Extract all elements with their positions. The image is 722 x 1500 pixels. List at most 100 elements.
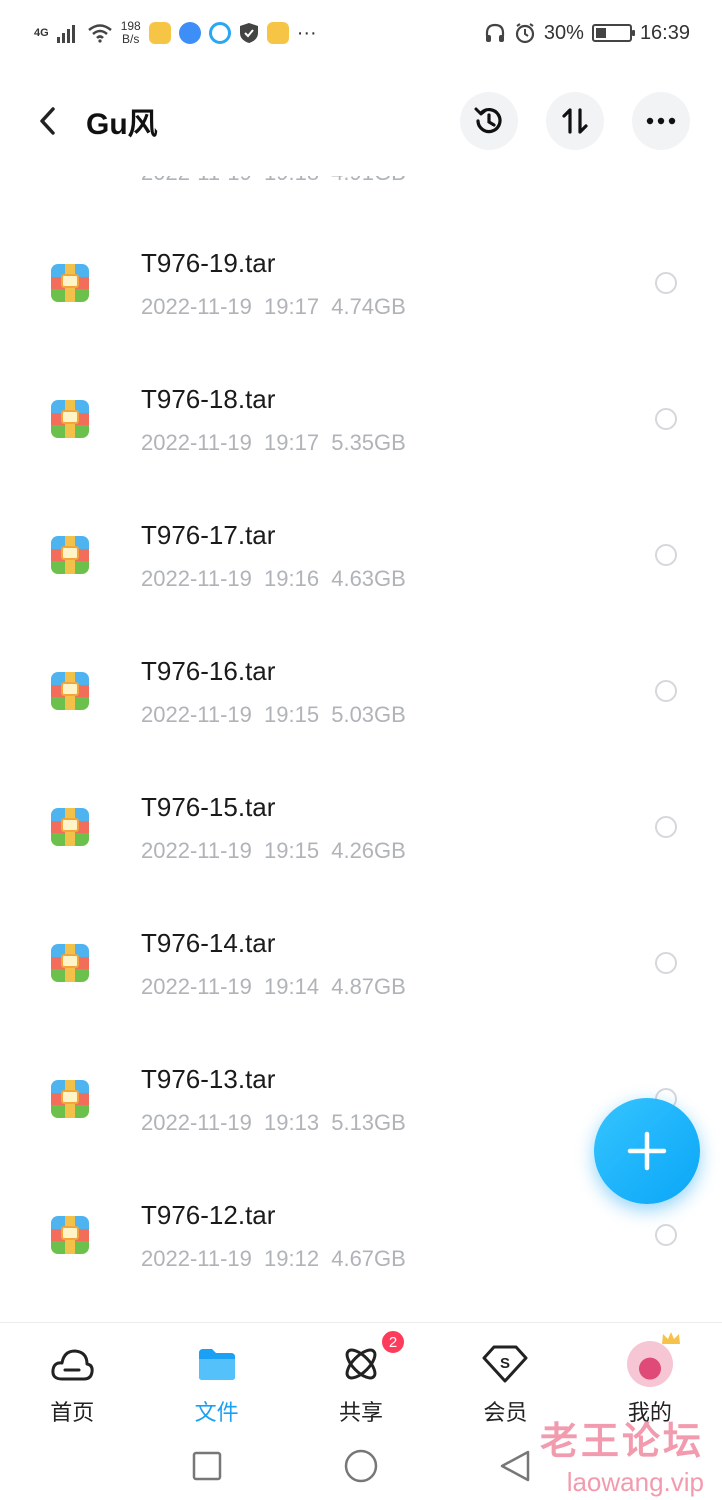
select-radio[interactable] (655, 816, 677, 838)
more-notifications: ··· (296, 21, 317, 44)
file-date: 2022-11-19 (141, 974, 252, 999)
file-time: 19:17 (264, 430, 320, 455)
share-badge: 2 (380, 1329, 407, 1355)
file-date: 2022-11-19 (141, 1110, 252, 1135)
network-speed: 198 B/s (121, 20, 141, 46)
nav-share-label: 共享 (339, 1400, 384, 1425)
file-name: T976-19.tar (141, 248, 276, 278)
nav-vip-label: 会员 (483, 1400, 528, 1425)
file-date: 2022-11-19 (141, 1246, 252, 1271)
file-meta: 2022-11-19 19:13 5.13GB (141, 1110, 406, 1136)
file-size: 5.13GB (331, 1110, 406, 1135)
status-bar-right: 30% 16:39 (484, 22, 690, 45)
clock: 16:39 (639, 21, 690, 44)
file-meta: 2022-11-19 19:17 5.35GB (141, 430, 406, 456)
page-title: Gu风 (86, 108, 158, 141)
recents-button[interactable] (189, 1448, 225, 1484)
file-time: 19:13 (264, 1110, 320, 1135)
home-button[interactable] (343, 1448, 379, 1484)
file-name: T976-16.tar (141, 656, 276, 686)
cloud-icon (49, 1341, 95, 1387)
nav-files-label: 文件 (194, 1400, 239, 1425)
file-row[interactable]: T976-15.tar 2022-11-19 19:15 4.26GB (0, 744, 722, 880)
more-options-button[interactable] (632, 92, 690, 150)
notification-app-icon-2 (266, 22, 289, 44)
sort-icon (562, 108, 588, 134)
file-row[interactable]: T976-17.tar 2022-11-19 19:16 4.63GB (0, 472, 722, 608)
sort-button[interactable] (546, 92, 604, 150)
select-radio[interactable] (655, 952, 677, 974)
history-icon (474, 107, 502, 134)
chevron-left-icon (40, 107, 55, 135)
file-name: T976-15.tar (141, 792, 276, 822)
select-radio[interactable] (655, 272, 677, 294)
file-size: 4.67GB (331, 1246, 406, 1271)
select-radio[interactable] (655, 1224, 677, 1246)
file-time: 19:15 (264, 702, 320, 727)
archive-icon (51, 808, 89, 846)
headphones-icon (485, 23, 505, 42)
crown-icon (661, 1332, 680, 1344)
more-icon (646, 117, 676, 125)
file-meta: 2022-11-19 19:14 4.87GB (141, 974, 406, 1000)
nav-files[interactable]: 文件 (144, 1323, 288, 1432)
file-size: 4.74GB (331, 294, 406, 319)
status-bar-left: 4G 198 B/s ··· (34, 20, 317, 46)
history-button[interactable] (460, 92, 518, 150)
archive-icon (51, 536, 89, 574)
watermark-cn: 老王论坛 (539, 1421, 704, 1463)
file-name: T976-12.tar (141, 1200, 276, 1230)
file-size: 5.35GB (331, 430, 406, 455)
file-row[interactable]: T976-18.tar 2022-11-19 19:17 5.35GB (0, 336, 722, 472)
file-name: T976-17.tar (141, 520, 276, 550)
notification-app-icon (148, 22, 171, 44)
battery-fill (595, 28, 606, 38)
file-name: T976-14.tar (141, 928, 276, 958)
speed-unit: B/s (122, 32, 140, 46)
file-date: 2022-11-19 (141, 702, 252, 727)
file-meta: 2022-11-19 19:16 4.63GB (141, 566, 406, 592)
signal-icon (56, 25, 75, 43)
archive-icon (51, 672, 89, 710)
nav-home[interactable]: 首页 (0, 1323, 144, 1432)
avatar-image (626, 1332, 680, 1387)
watermark-en: laowang.vip (566, 1467, 704, 1497)
nav-home-label: 首页 (50, 1400, 95, 1425)
status-bar: 4G 198 B/s ··· 30% 16:39 (0, 0, 722, 66)
archive-icon (51, 1080, 89, 1118)
file-row[interactable]: T976-16.tar 2022-11-19 19:15 5.03GB (0, 608, 722, 744)
cloud-notification-icon (208, 22, 231, 44)
svg-text:S: S (500, 1355, 510, 1372)
file-meta: 2022-11-19 19:12 4.67GB (141, 1246, 406, 1272)
select-radio[interactable] (655, 680, 677, 702)
browser-notification-icon (178, 22, 201, 44)
select-radio[interactable] (655, 544, 677, 566)
file-date: 2022-11-19 (141, 838, 252, 863)
file-time: 19:12 (264, 1246, 320, 1271)
file-date: 2022-11-19 (141, 294, 252, 319)
share-atom-icon: 2 (338, 1329, 407, 1387)
back-button[interactable] (30, 103, 66, 139)
square-icon (192, 1451, 222, 1481)
file-row[interactable]: T976-14.tar 2022-11-19 19:14 4.87GB (0, 880, 722, 1016)
shield-icon (239, 23, 258, 43)
app-header: Gu风 (0, 66, 722, 176)
watermark: 老王论坛 laowang.vip (540, 1410, 704, 1498)
back-nav-button[interactable] (497, 1448, 533, 1484)
file-meta: 2022-11-19 19:15 5.03GB (141, 702, 406, 728)
archive-icon (51, 1216, 89, 1254)
archive-icon (51, 944, 89, 982)
file-size: 4.63GB (331, 566, 406, 591)
file-size: 5.03GB (331, 702, 406, 727)
archive-icon (51, 264, 89, 302)
file-date: 2022-11-19 (141, 566, 252, 591)
file-size: 4.26GB (331, 838, 406, 863)
wifi-icon (87, 24, 112, 43)
triangle-back-icon (500, 1450, 530, 1482)
select-radio[interactable] (655, 408, 677, 430)
circle-icon (344, 1449, 378, 1483)
file-row[interactable]: T976-19.tar 2022-11-19 19:17 4.74GB (0, 200, 722, 336)
nav-share[interactable]: 2 共享 (289, 1323, 433, 1432)
add-button[interactable] (594, 1098, 700, 1204)
file-meta: 2022-11-19 19:17 4.74GB (141, 294, 406, 320)
